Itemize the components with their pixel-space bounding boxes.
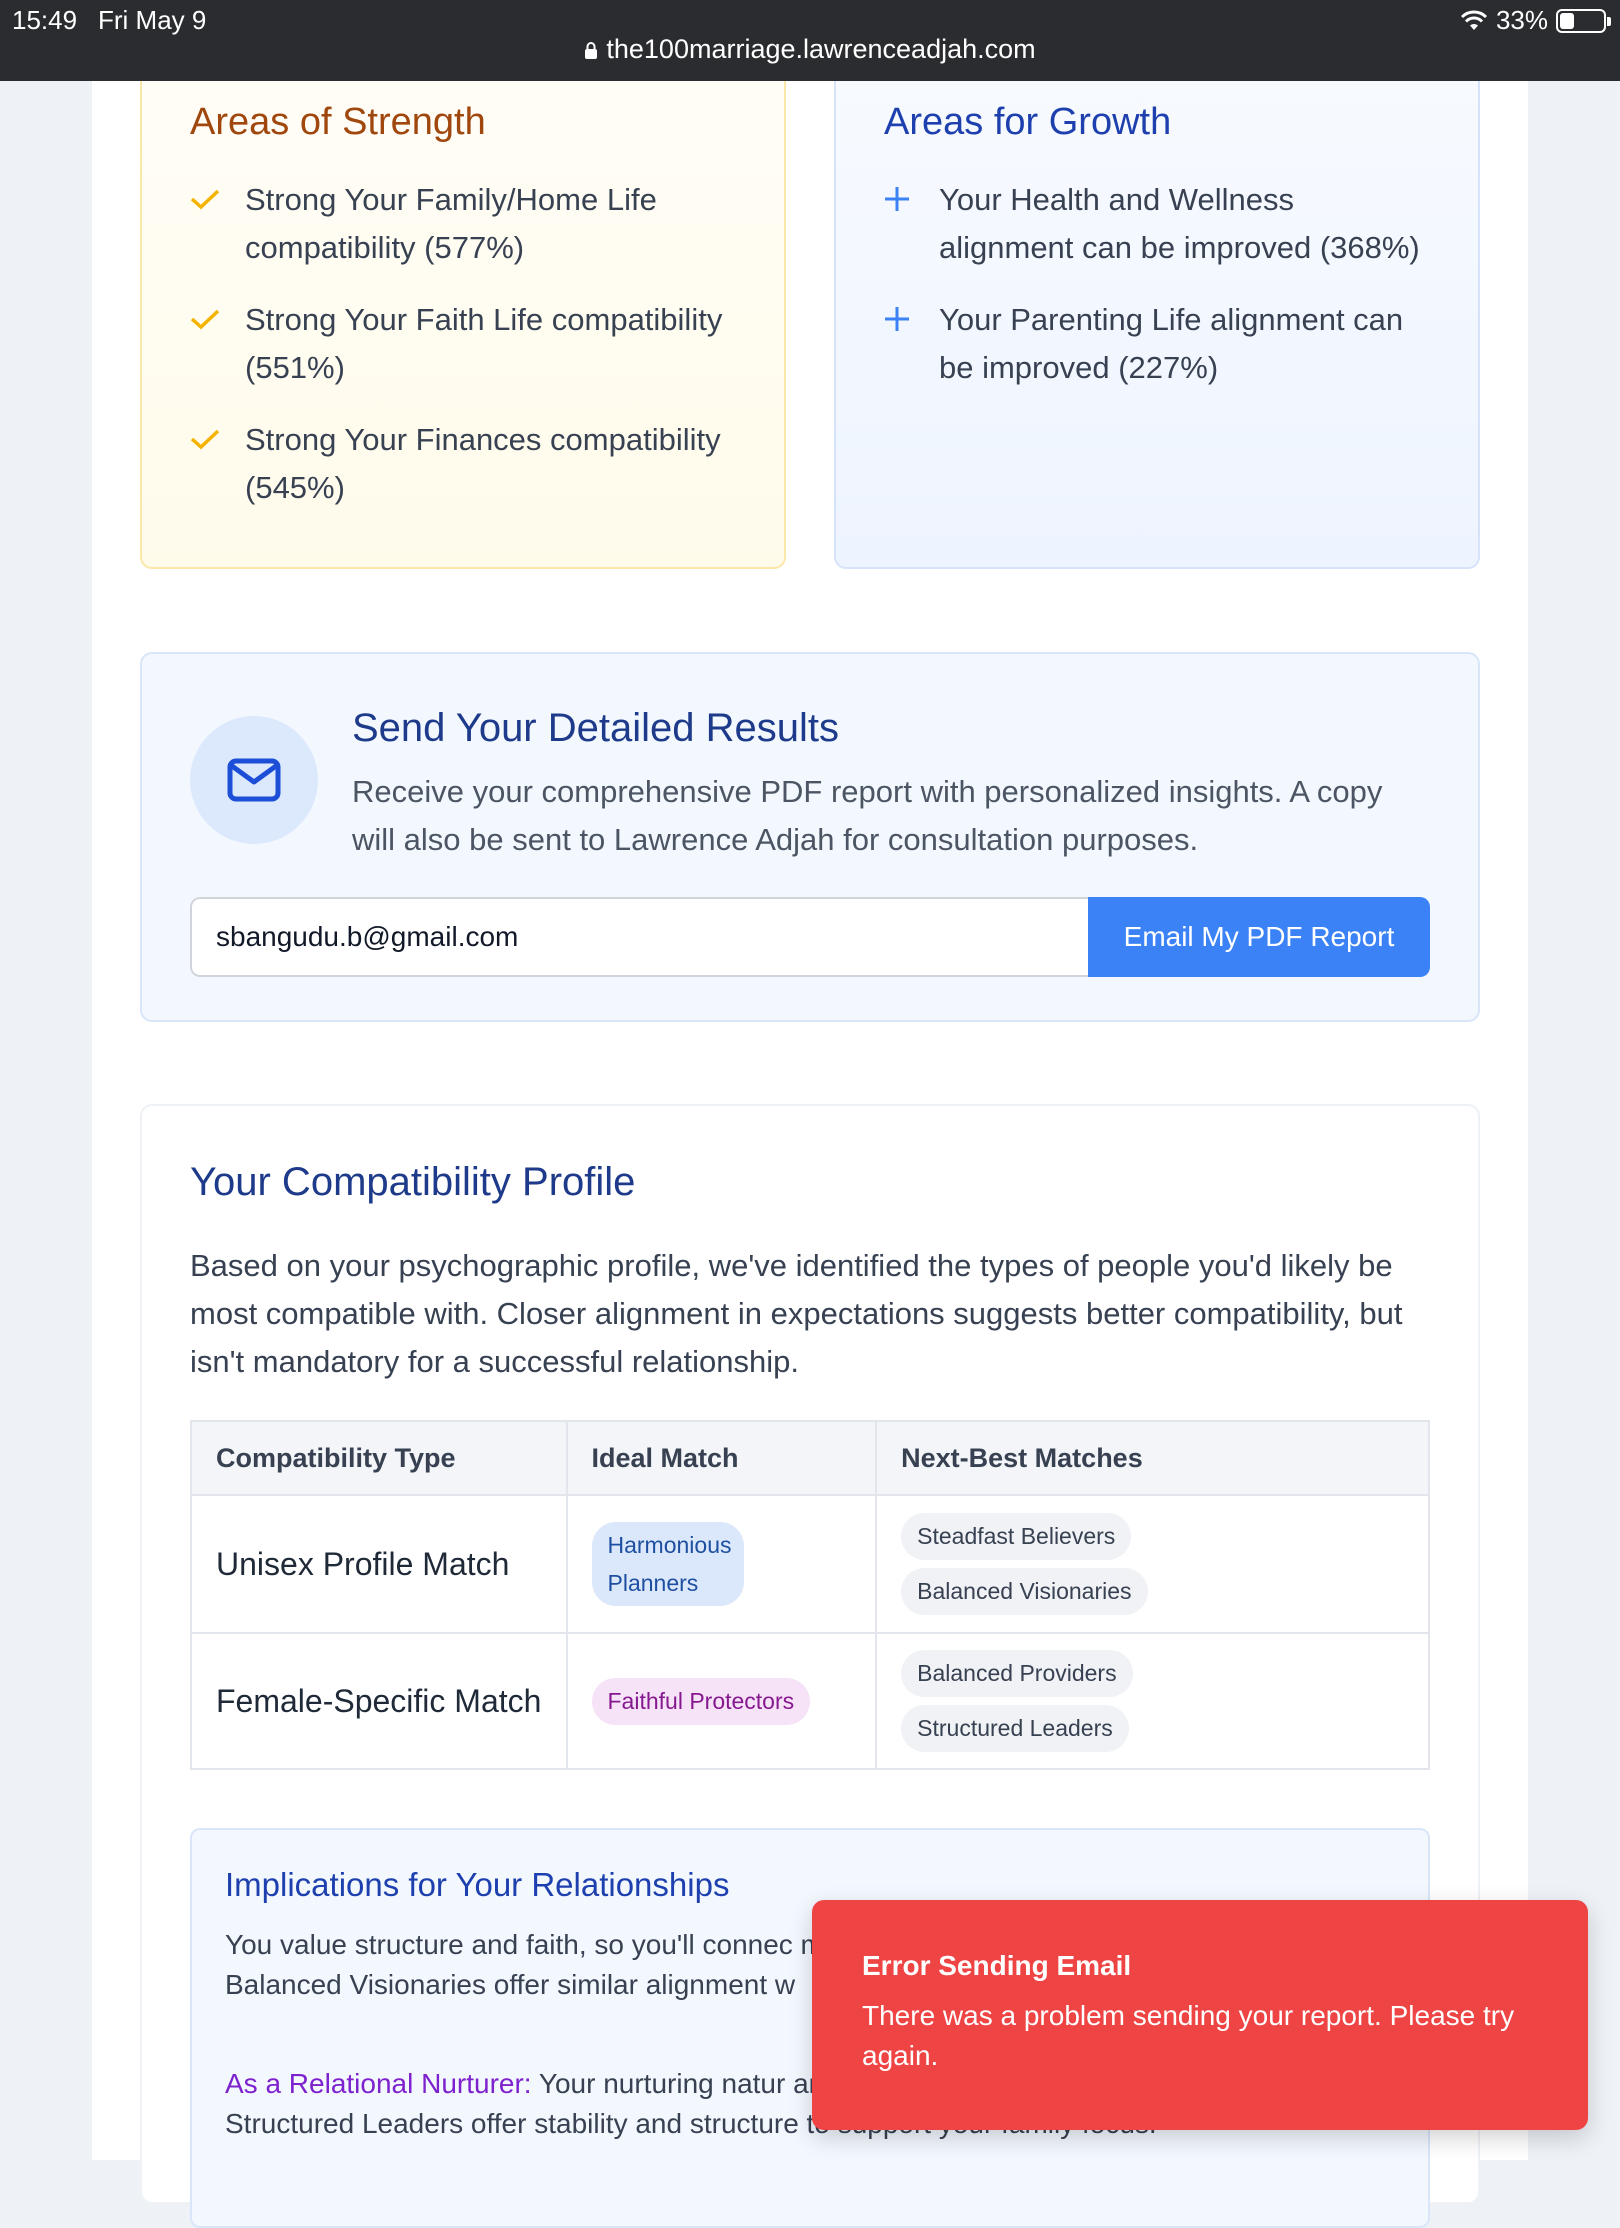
next-best-badge: Steadfast Believers <box>901 1513 1132 1560</box>
table-row: Female-Specific Match Faithful Protector… <box>190 1632 1430 1770</box>
growth-item: Your Parenting Life alignment can be imp… <box>884 296 1430 392</box>
profile-title: Your Compatibility Profile <box>190 1160 636 1204</box>
growth-item-text: Your Parenting Life alignment can be imp… <box>939 302 1404 385</box>
battery-icon <box>1556 8 1611 33</box>
table-header-row: Compatibility Type Ideal Match Next-Best… <box>190 1420 1430 1496</box>
ideal-match-badge: Faithful Protectors <box>591 1677 811 1725</box>
lock-icon <box>585 42 598 59</box>
strength-item-text: Strong Your Family/Home Life compatibili… <box>245 182 657 265</box>
column-header: Compatibility Type <box>190 1420 568 1496</box>
email-section-title: Send Your Detailed Results <box>352 706 839 750</box>
ideal-match-cell: Harmonious Planners <box>565 1494 878 1634</box>
url-text: the100marriage.lawrenceadjah.com <box>606 34 1036 64</box>
next-best-badge: Balanced Visionaries <box>901 1568 1148 1615</box>
ideal-match-cell: Faithful Protectors <box>565 1632 878 1770</box>
compatibility-type: Unisex Profile Match <box>190 1494 568 1634</box>
url-bar[interactable]: the100marriage.lawrenceadjah.com <box>0 34 1620 65</box>
column-header: Next-Best Matches <box>875 1420 1430 1496</box>
table-row: Unisex Profile Match Harmonious Planners… <box>190 1494 1430 1634</box>
toast-message: There was a problem sending your report.… <box>862 2000 1515 2071</box>
browser-top-bar: 15:49 Fri May 9 33% the100marriage.lawre… <box>0 0 1620 81</box>
compatibility-table: Compatibility Type Ideal Match Next-Best… <box>190 1420 1430 1770</box>
growth-item-text: Your Health and Wellness alignment can b… <box>939 182 1420 265</box>
relational-nurturer-label: As a Relational Nurturer: <box>225 2068 532 2099</box>
compatibility-type: Female-Specific Match <box>190 1632 568 1770</box>
email-section-description: Receive your comprehensive PDF report wi… <box>352 774 1383 857</box>
page-content: Areas of Strength Strong Your Family/Hom… <box>92 81 1528 2228</box>
check-icon <box>190 309 220 330</box>
check-icon <box>190 429 220 450</box>
strength-item-text: Strong Your Finances compatibility (545%… <box>245 422 721 505</box>
implications-title: Implications for Your Relationships <box>225 1866 730 1903</box>
battery-fill <box>1560 12 1574 29</box>
growth-card: Areas for Growth Your Health and Wellnes… <box>834 81 1480 569</box>
strength-item: Strong Your Family/Home Life compatibili… <box>190 176 736 272</box>
strength-title: Areas of Strength <box>190 101 486 143</box>
growth-title: Areas for Growth <box>884 101 1172 143</box>
plus-icon <box>885 187 909 211</box>
email-results-card: Send Your Detailed Results Receive your … <box>140 652 1480 1022</box>
wifi-icon <box>1460 10 1488 30</box>
error-toast[interactable]: Error Sending Email There was a problem … <box>812 1900 1588 2130</box>
status-right: 33% <box>1460 5 1611 36</box>
next-best-badge: Structured Leaders <box>901 1705 1129 1752</box>
status-time: 15:49 <box>12 5 78 35</box>
strength-item: Strong Your Finances compatibility (545%… <box>190 416 736 512</box>
profile-description: Based on your psychographic profile, we'… <box>190 1248 1403 1379</box>
status-date: Fri May 9 <box>98 5 207 35</box>
growth-list: Your Health and Wellness alignment can b… <box>884 176 1430 392</box>
ideal-match-badge: Harmonious Planners <box>591 1522 744 1606</box>
mail-icon-circle <box>190 716 318 844</box>
next-best-cell: Steadfast Believers Balanced Visionaries <box>875 1494 1430 1634</box>
growth-item: Your Health and Wellness alignment can b… <box>884 176 1430 272</box>
mail-icon <box>227 758 281 802</box>
check-icon <box>190 189 220 210</box>
next-best-cell: Balanced Providers Structured Leaders <box>875 1632 1430 1770</box>
next-best-badge: Balanced Providers <box>901 1650 1133 1697</box>
email-pdf-button[interactable]: Email My PDF Report <box>1088 897 1430 977</box>
plus-icon <box>885 307 909 331</box>
strength-list: Strong Your Family/Home Life compatibili… <box>190 176 736 512</box>
battery-percent: 33% <box>1495 5 1548 35</box>
column-header: Ideal Match <box>565 1420 878 1496</box>
strength-item: Strong Your Faith Life compatibility (55… <box>190 296 736 392</box>
strength-item-text: Strong Your Faith Life compatibility (55… <box>245 302 723 385</box>
strength-card: Areas of Strength Strong Your Family/Hom… <box>140 81 786 569</box>
email-input[interactable] <box>190 897 1088 977</box>
toast-title: Error Sending Email <box>862 1950 1132 1981</box>
